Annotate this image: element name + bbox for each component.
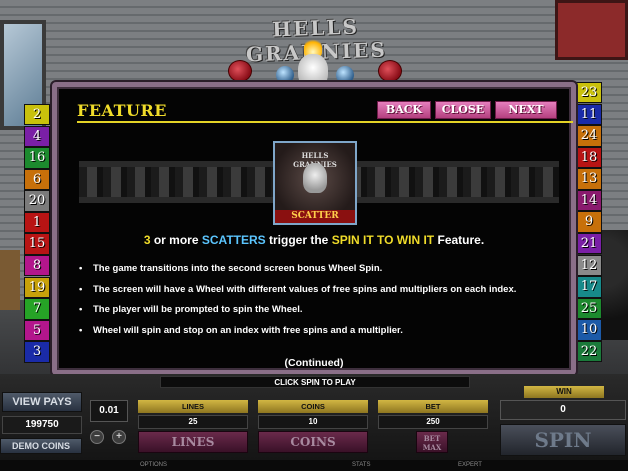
bet-max-button[interactable]: BET MAX <box>416 431 448 453</box>
coin-size-display: 0.01 <box>90 400 128 422</box>
status-message: CLICK SPIN TO PLAY <box>160 376 470 388</box>
feature-name: SPIN IT TO WIN IT <box>331 233 435 247</box>
payline-indicator[interactable]: 12 <box>576 254 602 277</box>
bet-label: BET <box>378 400 488 413</box>
win-label: WIN <box>524 386 604 398</box>
right-payline-indicators: 23 11 24 18 13 14 9 21 12 17 25 10 22 <box>576 82 604 363</box>
crate <box>0 250 20 310</box>
payline-indicator[interactable]: 17 <box>576 276 602 298</box>
payline-indicator[interactable]: 21 <box>576 233 602 255</box>
close-button[interactable]: CLOSE <box>435 101 491 119</box>
payline-indicator[interactable]: 8 <box>24 255 50 277</box>
payline-indicator[interactable]: 5 <box>24 319 50 342</box>
credits-display: 199750 <box>2 416 82 434</box>
trigger-text-part: or more <box>153 233 199 247</box>
win-value: 0 <box>500 400 626 420</box>
list-item: Wheel will spin and stop on an index wit… <box>79 325 559 337</box>
stats-link[interactable]: STATS <box>352 460 370 471</box>
coins-value: 10 <box>258 415 368 429</box>
payline-indicator[interactable]: 25 <box>576 297 602 320</box>
payline-indicator[interactable]: 1 <box>24 211 50 234</box>
feature-help-panel: FEATURE BACK CLOSE NEXT HELLS GRANNIES S… <box>52 82 576 375</box>
expert-link[interactable]: EXPERT <box>458 460 482 471</box>
spin-button[interactable]: SPIN <box>500 424 626 456</box>
payline-indicator[interactable]: 3 <box>24 341 50 363</box>
list-item: The player will be prompted to spin the … <box>79 304 559 316</box>
coin-size-increase-button[interactable]: + <box>112 430 126 444</box>
game-logo: HELLS GRANNIES <box>216 2 412 88</box>
payline-indicator[interactable]: 9 <box>576 211 602 233</box>
scatter-count: 3 <box>143 233 151 247</box>
payline-indicator[interactable]: 13 <box>576 168 602 190</box>
lines-value: 25 <box>138 415 248 429</box>
payline-indicator[interactable]: 19 <box>24 276 50 299</box>
scatter-label: SCATTER <box>275 210 355 223</box>
lines-label: LINES <box>138 400 248 413</box>
trigger-text: 3 or more SCATTERS trigger the SPIN IT T… <box>57 233 571 247</box>
payline-indicator[interactable]: 4 <box>24 125 50 147</box>
payline-indicator[interactable]: 23 <box>576 82 602 104</box>
payline-indicator[interactable]: 20 <box>24 190 50 212</box>
payline-indicator[interactable]: 2 <box>24 104 50 126</box>
list-item: The screen will have a Wheel with differ… <box>79 284 559 296</box>
options-link[interactable]: OPTIONS <box>140 460 167 471</box>
panel-header: FEATURE BACK CLOSE NEXT <box>77 101 573 123</box>
rose-icon <box>378 60 402 82</box>
skull-icon <box>303 163 327 193</box>
scatters-word: SCATTERS <box>201 233 266 247</box>
next-button[interactable]: NEXT <box>495 101 557 119</box>
payline-indicator[interactable]: 15 <box>24 233 50 255</box>
continued-text: (Continued) <box>284 357 344 369</box>
list-item: The game transitions into the second scr… <box>79 263 559 275</box>
page-title: FEATURE <box>77 101 167 120</box>
payline-indicator[interactable]: 16 <box>24 147 50 169</box>
bet-value: 250 <box>378 415 488 429</box>
coin-size-decrease-button[interactable]: − <box>90 430 104 444</box>
scatter-symbol: HELLS GRANNIES SCATTER <box>273 141 357 225</box>
demo-coins-button[interactable]: DEMO COINS <box>0 438 82 454</box>
footer-bar: OPTIONS STATS EXPERT <box>0 460 628 471</box>
window-right <box>555 0 628 60</box>
coins-button[interactable]: COINS <box>258 431 368 453</box>
feature-bullet-list: The game transitions into the second scr… <box>79 263 559 345</box>
coins-label: COINS <box>258 400 368 413</box>
left-payline-indicators: 2 4 16 6 20 1 15 8 19 7 5 3 <box>24 104 52 363</box>
payline-indicator[interactable]: 22 <box>576 340 602 363</box>
view-pays-button[interactable]: VIEW PAYS <box>2 392 82 412</box>
payline-indicator[interactable]: 10 <box>576 319 602 341</box>
lines-button[interactable]: LINES <box>138 431 248 453</box>
payline-indicator[interactable]: 18 <box>576 146 602 169</box>
payline-indicator[interactable]: 6 <box>24 168 50 191</box>
trigger-text-part: Feature. <box>437 233 485 247</box>
payline-indicator[interactable]: 7 <box>24 298 50 320</box>
game-console: CLICK SPIN TO PLAY WIN 0 VIEW PAYS 19975… <box>0 374 628 471</box>
rose-icon <box>228 60 252 82</box>
trigger-text-part: trigger the <box>269 233 329 247</box>
payline-indicator[interactable]: 11 <box>576 103 602 125</box>
payline-indicator[interactable]: 24 <box>576 125 602 147</box>
back-button[interactable]: BACK <box>377 101 431 119</box>
payline-indicator[interactable]: 14 <box>576 189 602 212</box>
